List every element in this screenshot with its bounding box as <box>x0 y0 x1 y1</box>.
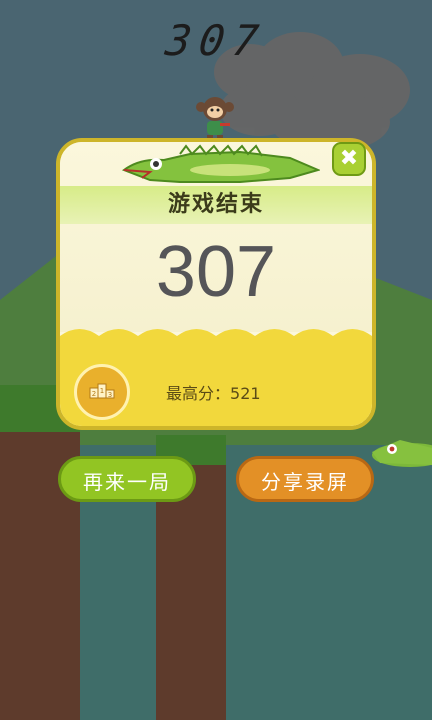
share-recording-button[interactable]: 分享录屏 <box>236 456 374 502</box>
podium-icon: 2 1 3 <box>74 364 130 420</box>
best-score-value: 521 <box>230 384 261 403</box>
best-score-label: 最高分： <box>166 384 231 403</box>
close-button[interactable]: ✖ <box>332 142 366 176</box>
svg-text:2: 2 <box>92 390 96 398</box>
best-score-row: 最高分：521 <box>166 380 261 404</box>
title-band: 游戏结束 <box>60 186 372 224</box>
play-again-button[interactable]: 再来一局 <box>58 456 196 502</box>
game-over-title: 游戏结束 <box>167 192 264 217</box>
close-icon: ✖ <box>339 146 359 171</box>
final-score: 307 <box>155 232 277 312</box>
pillar-left <box>0 385 80 720</box>
crocodile-icon <box>121 144 320 183</box>
current-score: 307 <box>162 16 270 65</box>
svg-text:1: 1 <box>100 387 104 395</box>
svg-text:3: 3 <box>108 391 112 399</box>
